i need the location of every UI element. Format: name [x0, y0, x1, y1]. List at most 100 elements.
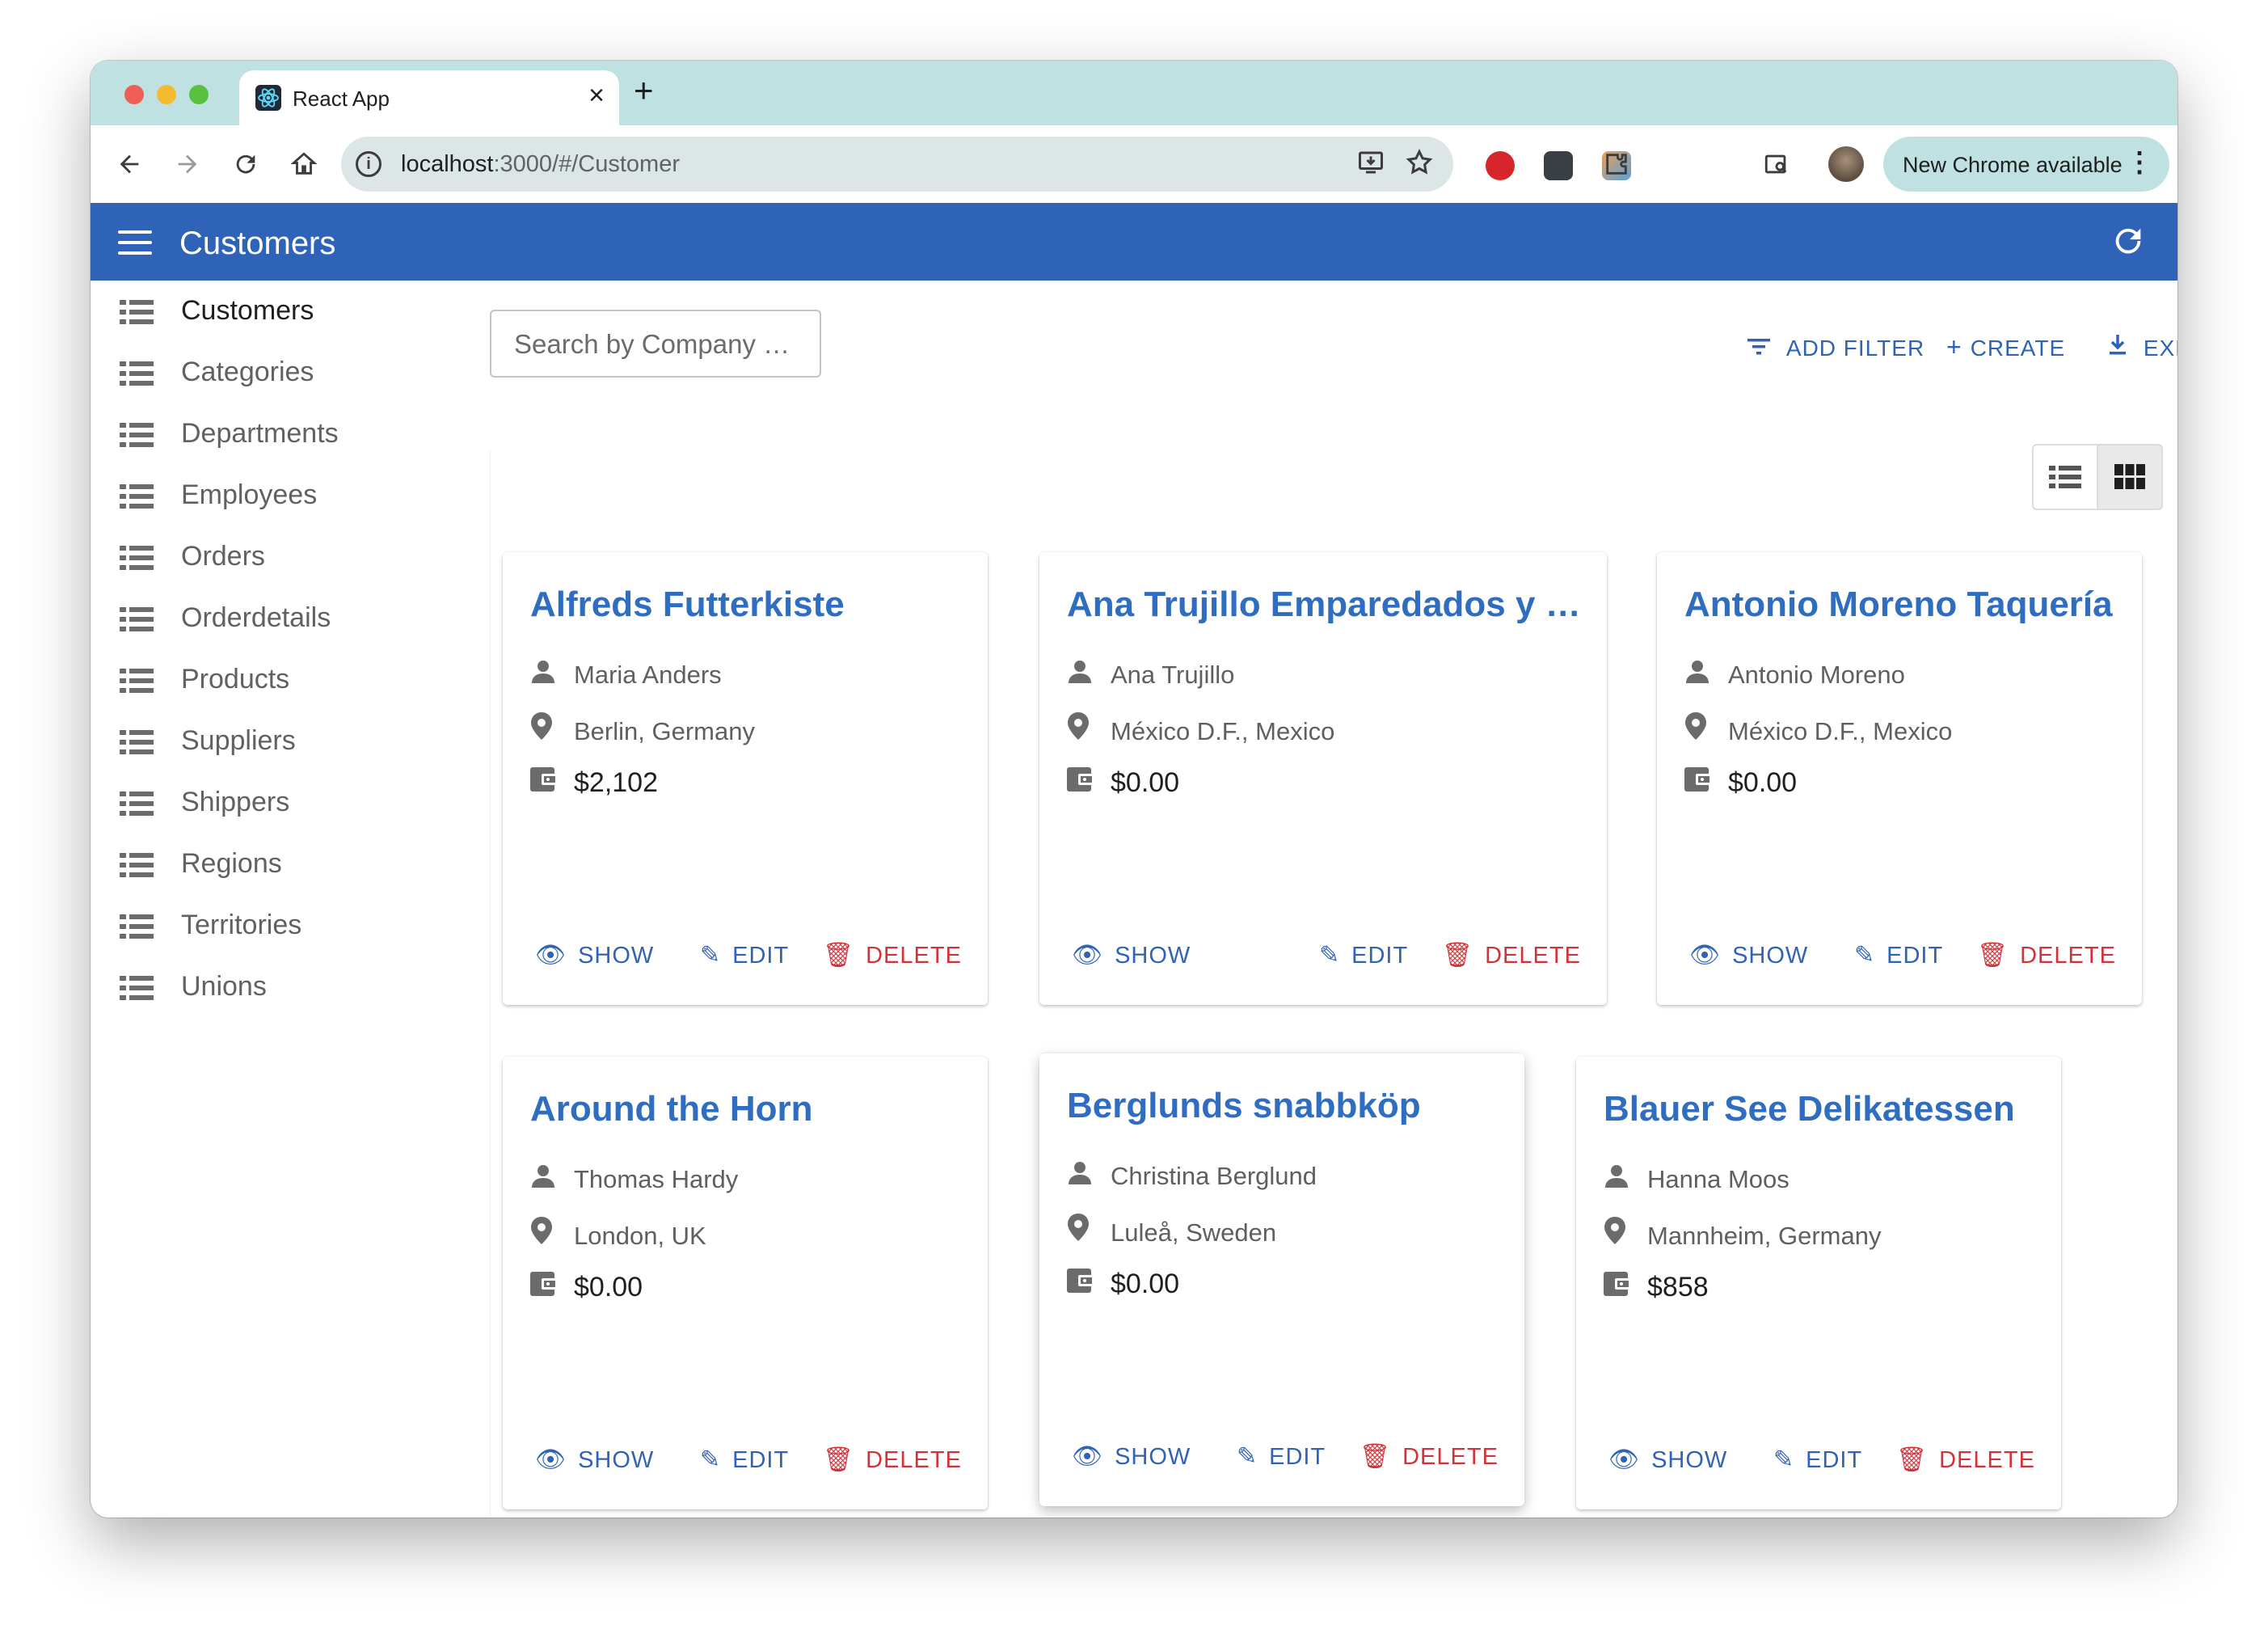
show-label: SHOW: [1115, 943, 1191, 969]
balance-value: $2,102: [574, 767, 658, 798]
sidebar-item-label: Departments: [181, 418, 339, 449]
sidebar-item-orders[interactable]: Orders: [91, 526, 462, 588]
edit-button[interactable]: ✎ EDIT: [1237, 1442, 1326, 1471]
edit-button[interactable]: ✎ EDIT: [700, 941, 789, 969]
delete-button[interactable]: 🗑 DELETE: [1360, 1442, 1499, 1471]
more-menu-icon[interactable]: ⋮: [2126, 146, 2153, 179]
new-tab-button[interactable]: +: [634, 74, 654, 108]
url-text[interactable]: localhost:3000/#/Customer: [401, 151, 680, 178]
password-extension-icon[interactable]: [1544, 151, 1573, 180]
eye-icon: 👁: [1072, 1443, 1104, 1470]
zoom-window-button[interactable]: [189, 85, 209, 104]
home-icon[interactable]: [285, 145, 323, 184]
sidebar-item-label: Territories: [181, 910, 302, 940]
pencil-icon: ✎: [700, 1446, 722, 1473]
list-icon: [120, 730, 154, 754]
tab-close-icon[interactable]: ×: [588, 82, 605, 109]
sidebar-item-unions[interactable]: Unions: [91, 956, 462, 1018]
ublock-extension-icon[interactable]: [1486, 151, 1515, 180]
menu-hamburger-icon[interactable]: [118, 230, 152, 255]
customer-card: Around the Horn Thomas Hardy London, UK …: [503, 1057, 988, 1509]
chrome-update-button[interactable]: New Chrome available ⋮: [1883, 137, 2169, 192]
site-info-icon[interactable]: i: [356, 151, 382, 177]
show-button[interactable]: 👁 SHOW: [535, 1446, 654, 1474]
sidebar-item-orderdetails[interactable]: Orderdetails: [91, 588, 462, 649]
card-title[interactable]: Berglunds snabbköp: [1067, 1086, 1421, 1126]
address-bar[interactable]: i localhost:3000/#/Customer: [341, 137, 1453, 192]
list-icon: [120, 423, 154, 447]
sidebar-item-label: Suppliers: [181, 725, 296, 756]
person-icon: [1604, 1163, 1636, 1194]
show-button[interactable]: 👁 SHOW: [535, 941, 654, 969]
sidebar-item-customers[interactable]: Customers: [91, 281, 462, 342]
sidebar-item-territories[interactable]: Territories: [91, 895, 462, 956]
edit-button[interactable]: ✎ EDIT: [1773, 1446, 1862, 1474]
customer-card: Berglunds snabbköp Christina Berglund Lu…: [1039, 1053, 1524, 1506]
delete-button[interactable]: 🗑 DELETE: [823, 1446, 962, 1474]
pencil-icon: ✎: [1773, 1446, 1795, 1473]
minimize-window-button[interactable]: [157, 85, 176, 104]
reload-icon[interactable]: [226, 145, 265, 184]
show-button[interactable]: 👁 SHOW: [1072, 1442, 1191, 1471]
search-input[interactable]: Search by Company …: [490, 310, 821, 378]
card-title[interactable]: Antonio Moreno Taquería: [1684, 585, 2113, 625]
tab-search-icon[interactable]: [1757, 145, 1796, 184]
card-title[interactable]: Around the Horn: [530, 1089, 813, 1129]
create-button[interactable]: + CREATE: [1946, 332, 2065, 362]
customer-card: Alfreds Futterkiste Maria Anders Berlin,…: [503, 552, 988, 1005]
extensions-puzzle-icon[interactable]: [1597, 145, 1636, 184]
sidebar-item-suppliers[interactable]: Suppliers: [91, 711, 462, 772]
delete-button[interactable]: 🗑 DELETE: [1896, 1446, 2035, 1474]
balance-value: $858: [1647, 1272, 1709, 1302]
delete-button[interactable]: 🗑 DELETE: [1442, 941, 1581, 969]
card-title[interactable]: Blauer See Delikatessen: [1604, 1089, 2015, 1129]
back-arrow-icon[interactable]: [110, 145, 149, 184]
card-title[interactable]: Alfreds Futterkiste: [530, 585, 845, 625]
delete-label: DELETE: [1485, 943, 1581, 969]
sidebar-item-label: Unions: [181, 971, 267, 1002]
card-location: Mannheim, Germany: [1604, 1217, 1881, 1251]
edit-button[interactable]: ✎ EDIT: [1319, 941, 1408, 969]
delete-button[interactable]: 🗑 DELETE: [823, 941, 962, 969]
sidebar-item-departments[interactable]: Departments: [91, 403, 462, 465]
edit-button[interactable]: ✎ EDIT: [1854, 941, 1943, 969]
forward-arrow-icon[interactable]: [168, 145, 207, 184]
list-view-toggle[interactable]: [2032, 444, 2098, 510]
close-window-button[interactable]: [124, 85, 144, 104]
edit-label: EDIT: [732, 943, 790, 969]
card-contact: Thomas Hardy: [530, 1163, 738, 1194]
search-placeholder: Search by Company …: [514, 329, 790, 359]
card-title[interactable]: Ana Trujillo Emparedados y …: [1067, 585, 1581, 625]
react-favicon-icon: [255, 85, 281, 111]
bookmark-star-icon[interactable]: [1405, 148, 1434, 184]
install-app-icon[interactable]: [1356, 148, 1385, 184]
sidebar-item-products[interactable]: Products: [91, 649, 462, 711]
refresh-icon[interactable]: [2110, 222, 2147, 265]
card-contact: Hanna Moos: [1604, 1163, 1790, 1194]
add-filter-button[interactable]: ADD FILTER: [1747, 332, 1924, 362]
trash-icon: 🗑: [1977, 942, 2009, 969]
sidebar-item-shippers[interactable]: Shippers: [91, 772, 462, 834]
customer-card: Antonio Moreno Taquería Antonio Moreno M…: [1657, 552, 2142, 1005]
delete-button[interactable]: 🗑 DELETE: [1977, 941, 2116, 969]
browser-tab[interactable]: React App ×: [239, 70, 619, 125]
edit-button[interactable]: ✎ EDIT: [700, 1446, 789, 1474]
show-button[interactable]: 👁 SHOW: [1608, 1446, 1727, 1474]
export-button[interactable]: EXPORT: [2108, 332, 2177, 362]
card-location: London, UK: [530, 1217, 706, 1251]
sidebar-item-employees[interactable]: Employees: [91, 465, 462, 526]
show-button[interactable]: 👁 SHOW: [1072, 941, 1191, 969]
eye-icon: 👁: [1608, 1446, 1641, 1473]
show-button[interactable]: 👁 SHOW: [1689, 941, 1808, 969]
delete-label: DELETE: [866, 1447, 962, 1473]
profile-avatar[interactable]: [1828, 146, 1864, 182]
show-label: SHOW: [1651, 1447, 1728, 1473]
chrome-update-label: New Chrome available: [1903, 153, 2123, 177]
wallet-icon: [1067, 1269, 1099, 1300]
grid-view-toggle[interactable]: [2097, 444, 2163, 510]
balance-value: $0.00: [1728, 767, 1798, 798]
sidebar-item-regions[interactable]: Regions: [91, 834, 462, 895]
location-pin-icon: [530, 712, 563, 746]
sidebar-item-categories[interactable]: Categories: [91, 342, 462, 403]
person-icon: [1067, 659, 1099, 690]
